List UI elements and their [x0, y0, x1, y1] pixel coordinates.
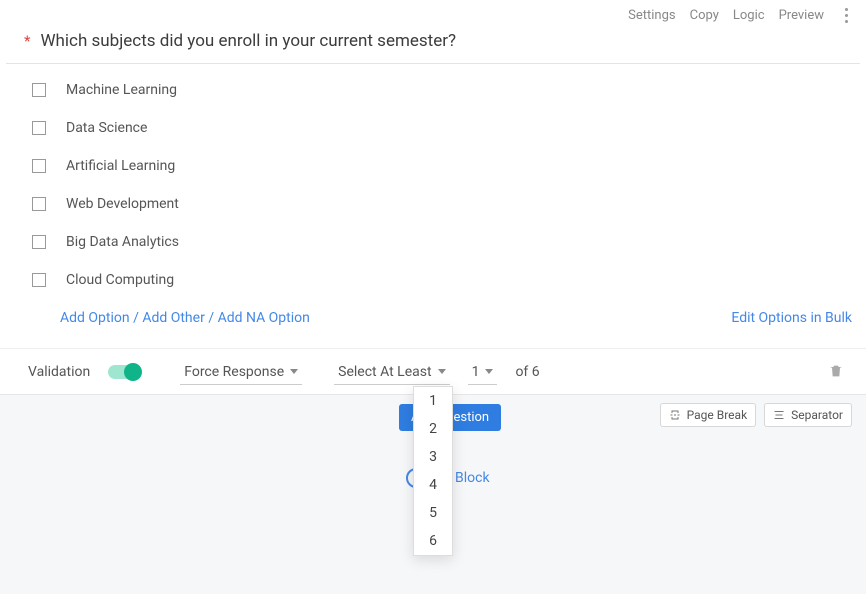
add-block-link[interactable]: Block: [455, 470, 490, 486]
option-label[interactable]: Cloud Computing: [66, 272, 174, 288]
option-item: Artificial Learning: [32, 158, 838, 174]
option-item: Data Science: [32, 120, 838, 136]
edit-bulk-link[interactable]: Edit Options in Bulk: [731, 310, 852, 326]
add-other-link[interactable]: Add Other: [142, 310, 205, 326]
option-label[interactable]: Machine Learning: [66, 82, 177, 98]
validation-label: Validation: [28, 364, 90, 380]
sep: /: [133, 310, 142, 326]
force-response-label: Force Response: [184, 364, 284, 380]
add-na-link[interactable]: Add NA Option: [218, 310, 310, 326]
question-row: * Which subjects did you enroll in your …: [6, 29, 860, 64]
options-list: Machine Learning Data Science Artificial…: [0, 82, 866, 288]
min-count-option[interactable]: 6: [414, 527, 452, 555]
select-at-least-dropdown[interactable]: Select At Least: [334, 360, 449, 385]
checkbox[interactable]: [32, 273, 46, 287]
chevron-down-icon: [438, 369, 446, 374]
min-count-menu: 1 2 3 4 5 6: [413, 386, 453, 556]
min-count-option[interactable]: 2: [414, 415, 452, 443]
checkbox[interactable]: [32, 197, 46, 211]
min-count-option[interactable]: 5: [414, 499, 452, 527]
page-break-label: Page Break: [687, 408, 748, 422]
force-response-dropdown[interactable]: Force Response: [180, 360, 302, 385]
min-count-dropdown[interactable]: 1: [468, 360, 498, 385]
question-text[interactable]: Which subjects did you enroll in your cu…: [40, 31, 456, 51]
sep: /: [208, 310, 217, 326]
option-label[interactable]: Artificial Learning: [66, 158, 175, 174]
delete-icon[interactable]: [828, 363, 844, 383]
chevron-down-icon: [485, 369, 493, 374]
option-item: Cloud Computing: [32, 272, 838, 288]
option-item: Machine Learning: [32, 82, 838, 98]
option-label[interactable]: Big Data Analytics: [66, 234, 179, 250]
more-menu-icon[interactable]: [838, 8, 854, 23]
required-mark: *: [24, 34, 30, 49]
checkbox[interactable]: [32, 121, 46, 135]
question-toolbar: Settings Copy Logic Preview: [0, 0, 866, 29]
option-label[interactable]: Web Development: [66, 196, 179, 212]
separator-button[interactable]: Separator: [764, 403, 852, 427]
validation-toggle[interactable]: [108, 365, 140, 379]
option-links-row: Add Option / Add Other / Add NA Option E…: [0, 310, 866, 326]
add-option-link[interactable]: Add Option: [60, 310, 130, 326]
select-at-least-label: Select At Least: [338, 364, 431, 380]
of-total-label: of 6: [515, 364, 539, 380]
footer-buttons: Page Break Separator: [660, 403, 852, 427]
page-break-button[interactable]: Page Break: [660, 403, 757, 427]
copy-link[interactable]: Copy: [690, 8, 719, 23]
logic-link[interactable]: Logic: [733, 8, 765, 23]
checkbox[interactable]: [32, 159, 46, 173]
separator-icon: [773, 409, 785, 421]
option-item: Big Data Analytics: [32, 234, 838, 250]
checkbox[interactable]: [32, 235, 46, 249]
min-count-option[interactable]: 1: [414, 387, 452, 415]
settings-link[interactable]: Settings: [628, 8, 675, 23]
min-count-option[interactable]: 3: [414, 443, 452, 471]
option-label[interactable]: Data Science: [66, 120, 147, 136]
checkbox[interactable]: [32, 83, 46, 97]
separator-label: Separator: [791, 408, 843, 422]
chevron-down-icon: [290, 369, 298, 374]
preview-link[interactable]: Preview: [779, 8, 824, 23]
min-count-option[interactable]: 4: [414, 471, 452, 499]
option-item: Web Development: [32, 196, 838, 212]
page-break-icon: [669, 409, 681, 421]
min-count-value: 1: [472, 364, 480, 380]
